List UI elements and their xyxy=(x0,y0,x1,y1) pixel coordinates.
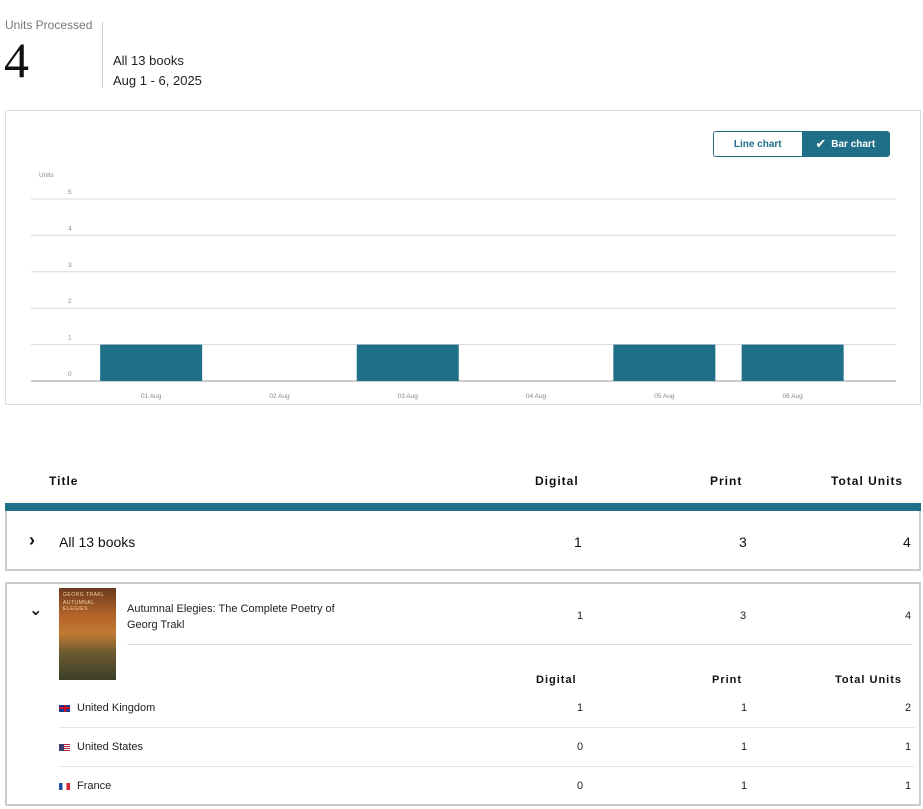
country-fr: France xyxy=(59,780,111,792)
bar xyxy=(356,344,459,381)
x-tick-label: 05 Aug xyxy=(654,393,675,400)
cover-author-text: GEORG TRAKL xyxy=(63,592,105,598)
column-header-total[interactable]: Total Units xyxy=(831,474,903,488)
column-header-print[interactable]: Print xyxy=(710,474,742,488)
divider xyxy=(127,644,913,645)
country-name: United Kingdom xyxy=(77,702,156,714)
summary-divider xyxy=(102,22,103,88)
country-uk: United Kingdom xyxy=(59,702,155,714)
country-digital: 0 xyxy=(577,780,584,792)
all-books-row[interactable]: › All 13 books 1 3 4 xyxy=(5,511,921,571)
country-total: 1 xyxy=(905,780,912,792)
all-books-digital: 1 xyxy=(574,534,582,550)
book-digital: 1 xyxy=(577,610,584,622)
y-axis-label: Units xyxy=(39,172,55,179)
y-tick-label: 2 xyxy=(68,298,72,305)
column-header-title[interactable]: Title xyxy=(49,474,78,488)
us-flag-icon xyxy=(59,743,70,751)
bar xyxy=(100,344,203,381)
bar-chart: Units 0 1 2 3 4 5 01 Aug 02 Aug 03 Aug 04 Aug 05 Au… xyxy=(31,172,896,400)
country-name: France xyxy=(77,780,112,792)
bar xyxy=(613,344,716,381)
country-print: 1 xyxy=(741,741,748,753)
table-header-bar xyxy=(5,503,921,511)
row-divider xyxy=(59,766,915,767)
book-panel: ⌄ GEORG TRAKL AUTUMNAL ELEGIES Autumnal … xyxy=(5,582,921,806)
y-tick-label: 0 xyxy=(68,371,72,378)
book-total: 4 xyxy=(905,610,912,622)
column-header-digital[interactable]: Digital xyxy=(535,474,579,488)
country-print: 1 xyxy=(741,780,748,792)
country-row: United Kingdom 1 1 2 xyxy=(59,690,915,728)
row-divider xyxy=(59,727,915,728)
x-tick-label: 01 Aug xyxy=(141,393,162,400)
chevron-right-icon[interactable]: › xyxy=(29,530,35,551)
book-cover: GEORG TRAKL AUTUMNAL ELEGIES xyxy=(59,588,116,680)
country-digital: 1 xyxy=(577,702,584,714)
y-tick-label: 1 xyxy=(68,335,72,342)
y-tick-label: 5 xyxy=(68,189,72,196)
y-tick-label: 4 xyxy=(68,225,72,232)
x-tick-label: 06 Aug xyxy=(783,393,804,400)
x-tick-label: 02 Aug xyxy=(269,393,290,400)
country-total: 1 xyxy=(905,741,912,753)
sub-header-total: Total Units xyxy=(835,674,903,686)
bar xyxy=(741,344,844,381)
chart-panel: Line chart ✔ Bar chart Units 0 1 2 3 4 5 01 Aug… xyxy=(5,110,921,405)
country-row: United States 0 1 1 xyxy=(59,729,915,767)
summary-scope: All 13 books xyxy=(113,53,184,68)
table-header: Title Digital Print Total Units xyxy=(5,468,921,494)
book-print: 3 xyxy=(740,610,747,622)
uk-flag-icon xyxy=(59,704,70,712)
all-books-title: All 13 books xyxy=(59,534,136,550)
all-books-total: 4 xyxy=(903,534,911,550)
country-us: United States xyxy=(59,741,143,753)
country-digital: 0 xyxy=(577,741,584,753)
x-tick-label: 04 Aug xyxy=(526,393,547,400)
chevron-down-icon[interactable]: ⌄ xyxy=(29,600,42,620)
x-tick-label: 03 Aug xyxy=(398,393,419,400)
summary-value: 4 xyxy=(4,32,29,88)
all-books-print: 3 xyxy=(739,534,747,550)
cover-title-text: AUTUMNAL ELEGIES xyxy=(63,600,95,612)
sub-header-print: Print xyxy=(712,674,743,686)
sub-header-digital: Digital xyxy=(536,674,577,686)
y-tick-label: 3 xyxy=(68,262,72,269)
summary-dates: Aug 1 - 6, 2025 xyxy=(113,73,202,88)
country-row: France 0 1 1 xyxy=(59,768,915,806)
country-print: 1 xyxy=(741,702,748,714)
country-name: United States xyxy=(77,741,144,753)
fr-flag-icon xyxy=(59,782,70,790)
country-total: 2 xyxy=(905,702,912,714)
book-title[interactable]: Autumnal Elegies: The Complete Poetry of… xyxy=(127,601,357,633)
